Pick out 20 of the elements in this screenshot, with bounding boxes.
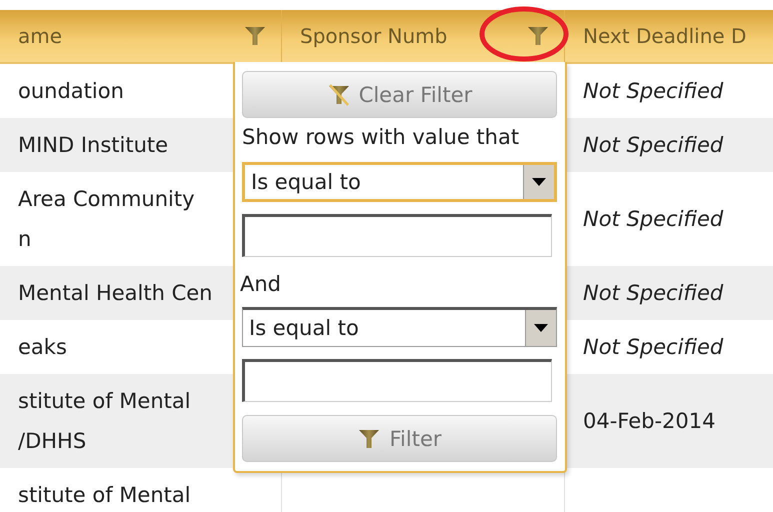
table-cell-text: Not Specified	[583, 132, 724, 159]
value-input-field[interactable]	[242, 359, 552, 402]
and-label: And	[240, 272, 282, 296]
column-header-label: ame	[18, 24, 62, 48]
filter-button[interactable]: Filter	[242, 415, 557, 462]
column-header[interactable]: Next Deadline D	[565, 10, 773, 62]
dropdown-arrow-icon	[534, 324, 548, 332]
table-cell-text: Not Specified	[583, 280, 724, 307]
clear-filter-button[interactable]: Clear Filter	[242, 71, 557, 118]
table-cell-text: 04-Feb-2014	[583, 408, 716, 435]
table-cell-text: Not Specified	[583, 334, 724, 361]
operator-select[interactable]: Is equal to	[242, 162, 557, 202]
filter-clear-icon	[326, 82, 351, 106]
operator-select[interactable]: Is equal to	[242, 307, 557, 347]
table-cell-text: Not Specified	[583, 206, 724, 233]
value-input-field[interactable]	[242, 214, 552, 257]
table-cell-text: Not Specified	[583, 78, 724, 105]
column-header-label: Next Deadline D	[583, 24, 746, 48]
dropdown-arrow-icon	[532, 178, 546, 186]
column-header-label: Sponsor Numb	[300, 24, 448, 48]
